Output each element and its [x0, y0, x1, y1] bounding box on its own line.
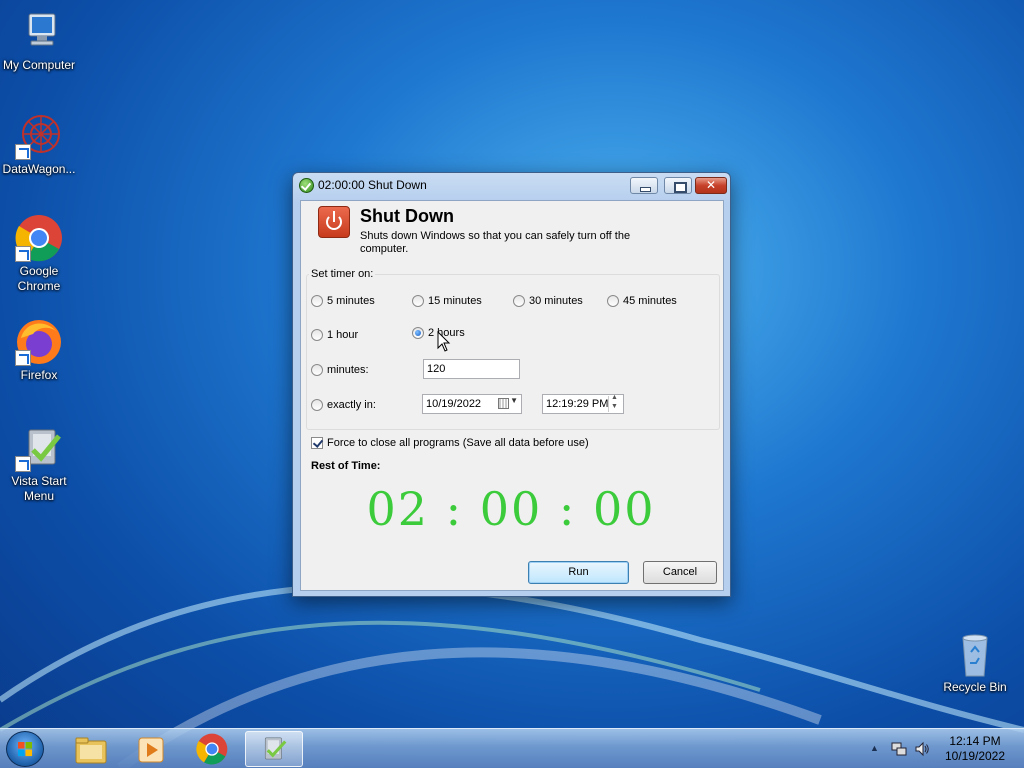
minimize-button[interactable]: [630, 177, 658, 194]
radio-label: 15 minutes: [428, 295, 482, 307]
desktop-icon-my-computer[interactable]: My Computer: [0, 8, 78, 73]
countdown-display: 02 : 00 : 00: [366, 482, 656, 536]
taskbar: ▲ 12:14 PM 10/19/2022: [0, 728, 1024, 768]
radio-label: 30 minutes: [529, 295, 583, 307]
window-title: 02:00:00 Shut Down: [318, 178, 427, 192]
green-check-icon: [299, 178, 314, 193]
firefox-icon: [15, 318, 63, 366]
vista-start-menu-icon: [15, 424, 63, 472]
taskbar-media-player[interactable]: [122, 731, 180, 767]
radio-label: 1 hour: [327, 329, 359, 341]
desktop-icon-google-chrome[interactable]: Google Chrome: [0, 214, 78, 294]
radio-label: 5 minutes: [327, 295, 375, 307]
radio-button-icon: [311, 329, 323, 341]
radio-button-icon: [311, 399, 323, 411]
desktop-icon-label: Vista Start Menu: [11, 474, 67, 503]
date-value: 10/19/2022: [426, 398, 482, 410]
file-explorer-icon: [75, 737, 107, 764]
radio-30-minutes[interactable]: 30 minutes: [513, 293, 583, 309]
spinner-arrows-icon[interactable]: [608, 394, 622, 412]
time-value: 12:19:29 PM: [546, 398, 609, 410]
radio-15-minutes[interactable]: 15 minutes: [412, 293, 482, 309]
shortcut-arrow-icon: [15, 456, 31, 472]
close-button[interactable]: [695, 177, 727, 194]
desktop-icon-firefox[interactable]: Firefox: [0, 318, 78, 383]
maximize-button[interactable]: [664, 177, 692, 194]
run-button[interactable]: Run: [528, 561, 629, 584]
desktop-icon-label: Recycle Bin: [943, 680, 1007, 694]
date-picker[interactable]: 10/19/2022 ▼: [422, 394, 522, 414]
desktop-icon-recycle-bin[interactable]: Recycle Bin: [936, 630, 1014, 695]
shortcut-arrow-icon: [15, 246, 31, 262]
taskbar-chrome[interactable]: [183, 731, 241, 767]
taskbar-clock[interactable]: 12:14 PM 10/19/2022: [940, 734, 1010, 764]
radio-button-selected-icon: [412, 327, 424, 339]
radio-button-icon: [513, 295, 525, 307]
radio-button-icon: [607, 295, 619, 307]
mouse-cursor-icon: [437, 331, 451, 352]
rest-of-time-label: Rest of Time:: [311, 460, 381, 472]
radio-button-icon: [311, 295, 323, 307]
calendar-icon: [498, 398, 509, 409]
shortcut-arrow-icon: [15, 350, 31, 366]
timer-group-label: Set timer on:: [309, 268, 376, 280]
radio-45-minutes[interactable]: 45 minutes: [607, 293, 677, 309]
window-titlebar[interactable]: 02:00:00 Shut Down: [293, 173, 730, 197]
radio-1-hour[interactable]: 1 hour: [311, 327, 358, 343]
desktop-icon-label: Firefox: [20, 368, 58, 382]
cancel-button[interactable]: Cancel: [643, 561, 717, 584]
recycle-bin-icon: [951, 630, 999, 678]
show-hidden-icons-chevron-icon[interactable]: ▲: [870, 743, 879, 753]
taskbar-file-explorer[interactable]: [62, 731, 120, 767]
desktop-icon-label: My Computer: [2, 58, 76, 72]
radio-exactly-in[interactable]: exactly in:: [311, 397, 376, 413]
radio-button-icon: [412, 295, 424, 307]
datawagon-icon: [15, 112, 63, 160]
shortcut-arrow-icon: [15, 144, 31, 160]
network-icon[interactable]: [891, 741, 907, 757]
radio-5-minutes[interactable]: 5 minutes: [311, 293, 375, 309]
radio-label: minutes:: [327, 364, 369, 376]
desktop-icon-vista-start-menu[interactable]: Vista Start Menu: [0, 424, 78, 504]
clock-time: 12:14 PM: [949, 734, 1001, 748]
chrome-icon: [15, 214, 63, 262]
clock-date: 10/19/2022: [944, 749, 1006, 763]
time-picker[interactable]: 12:19:29 PM: [542, 394, 624, 414]
dropdown-arrow-icon[interactable]: ▼: [510, 396, 518, 405]
power-icon: [318, 206, 350, 238]
taskbar-vista-start-menu[interactable]: [245, 731, 303, 767]
desktop-icon-label: DataWagon...: [2, 162, 76, 176]
minutes-input[interactable]: 120: [423, 359, 520, 379]
media-player-icon: [138, 737, 164, 763]
checkbox-checked-icon: [311, 437, 323, 449]
action-title: Shut Down: [360, 206, 454, 226]
desktop-icon-label: Google Chrome: [17, 264, 61, 293]
force-close-checkbox[interactable]: Force to close all programs (Save all da…: [311, 437, 589, 449]
vista-start-menu-icon: [264, 737, 287, 760]
checkbox-label: Force to close all programs (Save all da…: [327, 437, 589, 449]
action-description: Shuts down Windows so that you can safel…: [360, 230, 631, 255]
radio-label: exactly in:: [327, 399, 376, 411]
radio-minutes[interactable]: minutes:: [311, 362, 369, 378]
radio-label: 45 minutes: [623, 295, 677, 307]
desktop-icon-datawagon[interactable]: DataWagon...: [0, 112, 78, 177]
volume-icon[interactable]: [914, 741, 930, 757]
computer-icon: [15, 8, 63, 56]
start-orb-icon[interactable]: [6, 731, 44, 767]
chrome-icon: [196, 733, 228, 765]
radio-button-icon: [311, 364, 323, 376]
